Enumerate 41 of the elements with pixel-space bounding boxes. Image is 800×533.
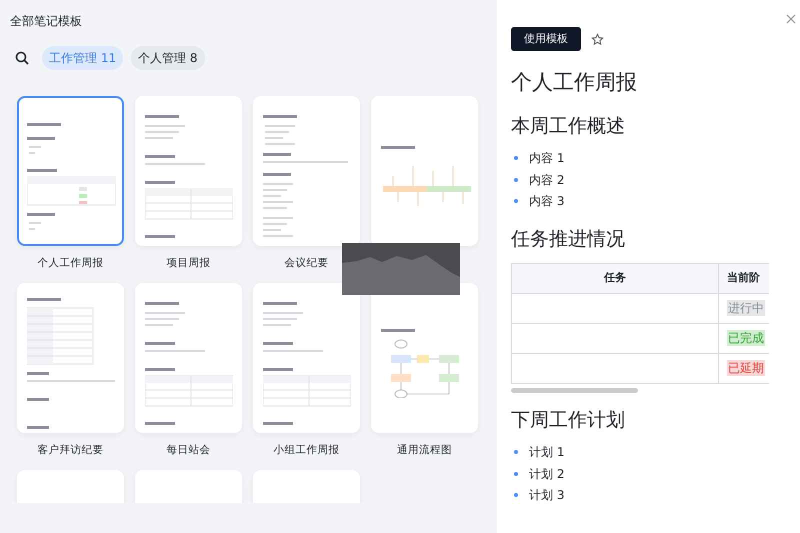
template-name: 客户拜访纪要 (36, 443, 104, 458)
template-card[interactable] (371, 283, 478, 433)
template-card[interactable] (253, 96, 360, 246)
bullet-icon (514, 156, 518, 160)
column-header: 当前阶 (718, 263, 769, 294)
section-heading: 任务推进情况 (511, 228, 626, 251)
bullet-icon (514, 493, 518, 498)
horizontal-scrollbar[interactable] (511, 388, 638, 393)
list-item: 计划 2 (529, 466, 564, 483)
template-card[interactable] (135, 283, 242, 433)
page-title: 全部笔记模板 (10, 14, 82, 28)
list-item: 内容 2 (529, 172, 564, 189)
search-icon[interactable] (15, 51, 29, 65)
category-tab[interactable]: 个人管理 8 (131, 46, 205, 70)
list-item: 计划 1 (529, 444, 564, 462)
section-heading: 本周工作概述 (511, 114, 626, 138)
document-title: 个人工作周报 (511, 69, 638, 96)
template-name: 个人工作周报 (36, 256, 104, 271)
list-item: 内容 3 (529, 193, 564, 210)
use-template-button[interactable]: 使用模板 (511, 27, 581, 51)
template-card[interactable] (17, 96, 124, 246)
template-name: 每日站会 (166, 443, 212, 458)
section-heading: 下周工作计划 (511, 408, 626, 432)
template-name: 会议纪要 (284, 256, 330, 271)
bullet-icon (514, 450, 518, 454)
bullet-icon (514, 178, 518, 182)
status-tag: 已延期 (727, 360, 765, 376)
template-name: 通用流程图 (396, 443, 453, 458)
template-card[interactable] (371, 96, 478, 246)
list-item: 计划 3 (529, 487, 564, 504)
template-card[interactable] (135, 96, 242, 246)
template-card[interactable] (253, 283, 360, 433)
status-tag: 已完成 (727, 330, 765, 346)
column-header: 任务 (512, 263, 718, 294)
bullet-icon (514, 199, 518, 204)
template-name: 小组工作周报 (272, 443, 340, 458)
template-name: 项目周报 (166, 256, 212, 271)
list-item: 内容 1 (529, 150, 564, 168)
bullet-icon (514, 472, 518, 476)
star-icon[interactable] (591, 32, 604, 46)
status-tag: 进行中 (727, 300, 765, 316)
